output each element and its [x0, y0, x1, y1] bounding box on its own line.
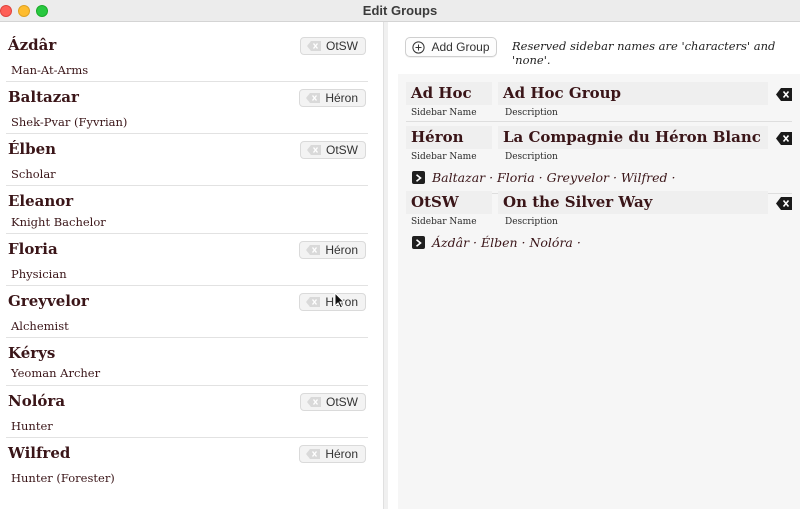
members-text: Baltazar · Floria · Greyvelor · Wilfred … [432, 170, 676, 185]
description-caption: Description [505, 217, 558, 227]
group-tag[interactable]: Héron [299, 89, 366, 107]
group-divider [406, 121, 792, 122]
character-role: Man-At-Arms [11, 63, 89, 77]
group-tag-label: OtSW [326, 143, 358, 157]
group-tag[interactable]: Héron [299, 445, 366, 463]
group-entry: OtSW On the Silver Way Sidebar Name Desc… [406, 191, 792, 253]
group-tag[interactable]: Héron [299, 293, 366, 311]
chevron-right-icon[interactable] [412, 236, 425, 249]
delete-icon[interactable] [776, 195, 792, 214]
character-row[interactable]: Eleanor Knight Bachelor [6, 186, 368, 234]
remove-tag-icon[interactable] [306, 245, 321, 255]
group-tag-label: Héron [325, 243, 358, 257]
sidebar-name-field[interactable]: Ad Hoc [406, 82, 492, 105]
plus-circle-icon [412, 40, 426, 54]
sidebar-name-caption: Sidebar Name [411, 217, 477, 227]
delete-icon[interactable] [776, 86, 792, 105]
add-group-button[interactable]: Add Group [405, 37, 497, 57]
character-role: Shek-Pvar (Fyvrian) [11, 115, 128, 129]
description-caption: Description [505, 108, 558, 118]
mouse-pointer-icon [334, 291, 346, 313]
window-title: Edit Groups [362, 3, 438, 18]
group-tag-label: OtSW [326, 395, 358, 409]
group-tag[interactable]: Héron [299, 241, 366, 259]
group-tag[interactable]: OtSW [300, 37, 366, 55]
group-tag-label: Héron [325, 447, 358, 461]
character-role: Yeoman Archer [11, 366, 101, 380]
sidebar-name-caption: Sidebar Name [411, 152, 477, 162]
remove-tag-icon[interactable] [306, 297, 321, 307]
character-name: Greyvelor [8, 292, 89, 310]
remove-tag-icon[interactable] [307, 397, 321, 407]
character-name: Nolóra [8, 392, 66, 410]
group-entry: Ad Hoc Ad Hoc Group Sidebar Name Descrip… [406, 82, 792, 118]
member-list: Ázdâr · Élben · Nolóra · [412, 235, 581, 250]
group-tag[interactable]: OtSW [300, 141, 366, 159]
group-entry: Héron La Compagnie du Héron Blanc Sideba… [406, 126, 792, 188]
sidebar-name-caption: Sidebar Name [411, 108, 477, 118]
character-row[interactable]: Wilfred Héron Hunter (Forester) [6, 438, 368, 490]
description-caption: Description [505, 152, 558, 162]
character-name: Kérys [8, 344, 56, 362]
character-role: Alchemist [11, 319, 69, 333]
title-bar: Edit Groups [0, 0, 800, 22]
character-row[interactable]: Baltazar Héron Shek-Pvar (Fyvrian) [6, 82, 368, 134]
delete-icon[interactable] [776, 130, 792, 149]
members-text: Ázdâr · Élben · Nolóra · [432, 235, 581, 250]
description-field[interactable]: La Compagnie du Héron Blanc [498, 126, 768, 149]
member-list: Baltazar · Floria · Greyvelor · Wilfred … [412, 170, 675, 185]
character-name: Ázdâr [8, 36, 57, 54]
character-role: Physician [11, 267, 67, 281]
character-row[interactable]: Floria Héron Physician [6, 234, 368, 286]
group-tag[interactable]: OtSW [300, 393, 366, 411]
remove-tag-icon[interactable] [307, 145, 321, 155]
character-name: Floria [8, 240, 58, 258]
character-role: Scholar [11, 167, 56, 181]
character-role: Hunter (Forester) [11, 471, 115, 485]
description-field[interactable]: On the Silver Way [498, 191, 768, 214]
character-role: Hunter [11, 419, 53, 433]
sidebar-name-field[interactable]: Héron [406, 126, 492, 149]
character-role: Knight Bachelor [11, 215, 106, 229]
group-tag-label: OtSW [326, 39, 358, 53]
character-row[interactable]: Élben OtSW Scholar [6, 134, 368, 186]
reserved-names-note: Reserved sidebar names are 'characters' … [512, 39, 776, 67]
group-tag-label: Héron [325, 91, 358, 105]
character-row[interactable]: Greyvelor Héron Alchemist [6, 286, 368, 338]
description-field[interactable]: Ad Hoc Group [498, 82, 768, 105]
character-name: Élben [8, 140, 57, 158]
remove-tag-icon[interactable] [307, 41, 321, 51]
character-name: Eleanor [8, 192, 74, 210]
character-list: Ázdâr OtSW Man-At-Arms Baltazar Héron Sh… [0, 22, 383, 509]
character-row[interactable]: Ázdâr OtSW Man-At-Arms [6, 30, 368, 82]
sidebar-name-field[interactable]: OtSW [406, 191, 492, 214]
remove-tag-icon[interactable] [306, 449, 321, 459]
groups-editor: Add Group Reserved sidebar names are 'ch… [388, 22, 800, 509]
character-name: Baltazar [8, 88, 79, 106]
character-name: Wilfred [8, 444, 71, 462]
chevron-right-icon[interactable] [412, 171, 425, 184]
character-row[interactable]: Nolóra OtSW Hunter [6, 386, 368, 438]
groups-list: Ad Hoc Ad Hoc Group Sidebar Name Descrip… [398, 74, 800, 509]
remove-tag-icon[interactable] [306, 93, 321, 103]
add-group-label: Add Group [431, 40, 490, 54]
character-row[interactable]: Kérys Yeoman Archer [6, 338, 368, 386]
